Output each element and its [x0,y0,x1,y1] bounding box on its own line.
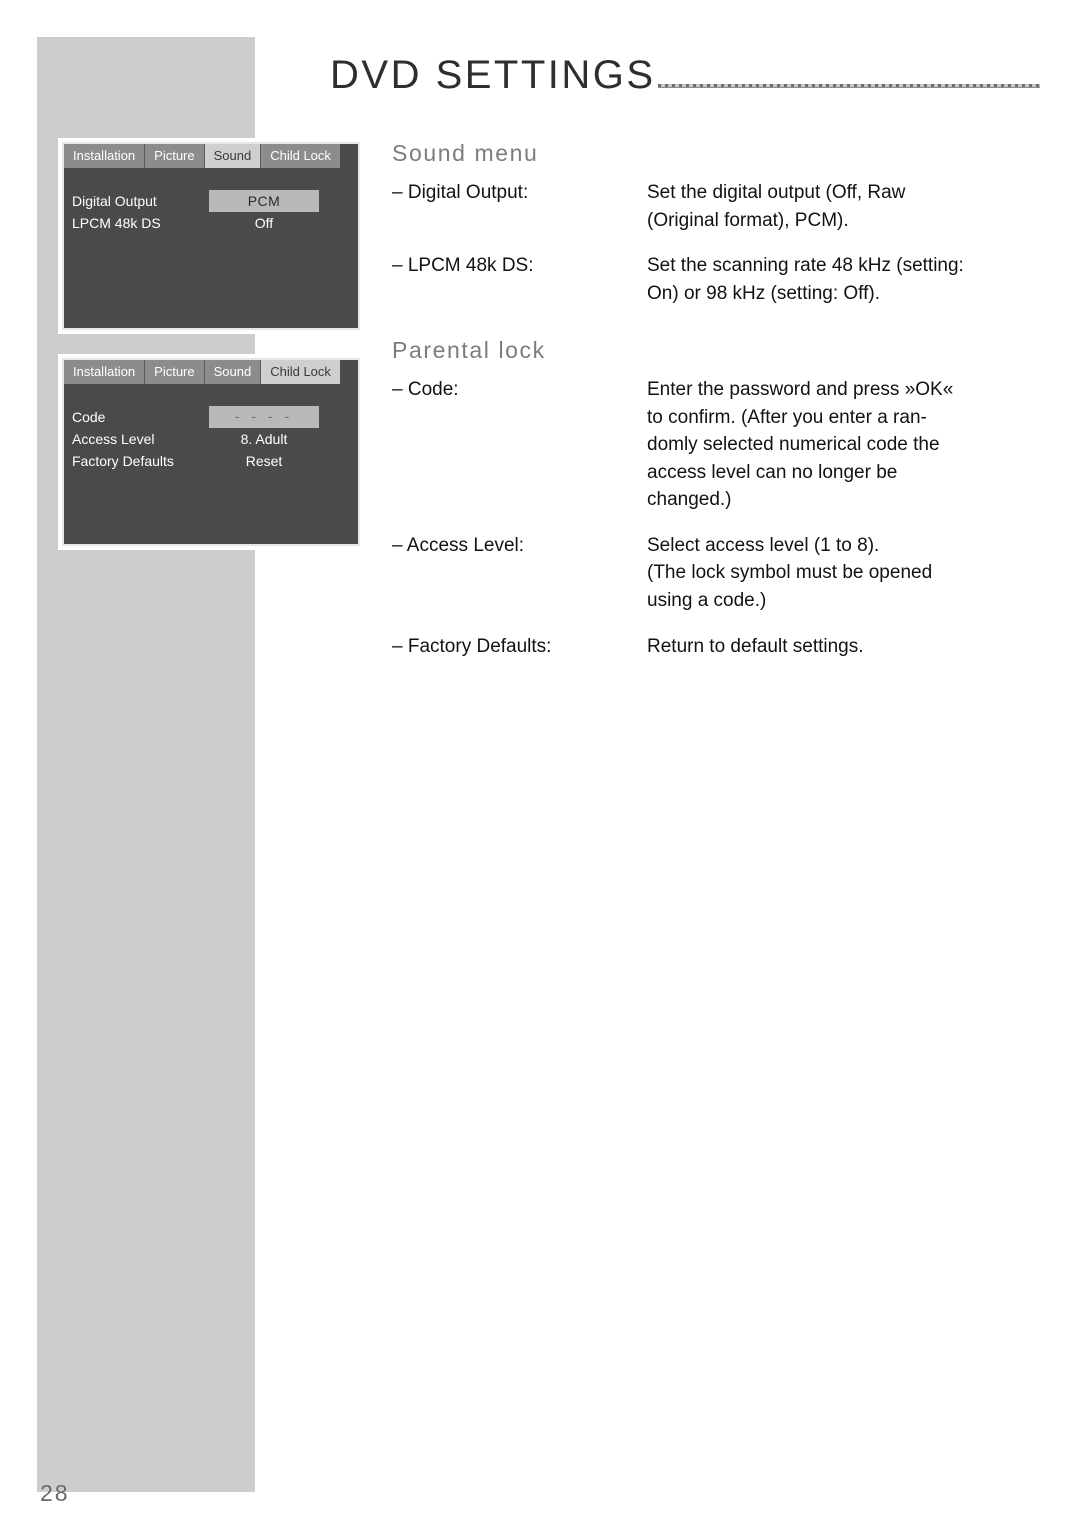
description-line: changed.) [647,489,732,511]
description-line: Select access level (1 to 8). [647,534,880,556]
content-column: Sound menu – Digital Output: Set the dig… [392,140,1042,678]
osd-row-label: Access Level [72,431,155,447]
entry-digital-output: – Digital Output: Set the digital output… [392,179,1042,234]
osd-row-label: LPCM 48k DS [72,215,161,231]
entry-description: Enter the password and press »OK« to con… [647,376,1042,514]
osd-tab-sound[interactable]: Sound [204,144,262,168]
description-line: to confirm. (After you enter a ran- [647,406,927,428]
osd-tab-child-lock[interactable]: Child Lock [261,360,340,384]
header-rule-divider [657,84,1040,88]
description-line: access level can no longer be [647,461,898,483]
description-line: Set the digital output (Off, Raw [647,182,906,203]
description-line: domly selected numerical code the [647,434,940,456]
osd-row-factory-defaults[interactable]: Factory Defaults Reset [64,450,358,472]
osd-body: Code - - - - Access Level 8. Adult Facto… [64,384,358,544]
osd-row-label: Code [72,409,106,425]
osd-tab-bar: Installation Picture Sound Child Lock [64,144,358,168]
entry-description: Return to default settings. [647,633,1042,661]
osd-row-value[interactable]: Reset [209,453,319,469]
entry-lpcm-48k-ds: – LPCM 48k DS: Set the scanning rate 48 … [392,252,1042,307]
osd-screenshot-sound-menu: Installation Picture Sound Child Lock Di… [62,142,360,330]
page-number: 28 [40,1480,70,1506]
osd-row-value[interactable]: PCM [209,190,319,212]
entry-description: Select access level (1 to 8). (The lock … [647,532,1042,615]
description-line: On) or 98 kHz (setting: Off). [647,282,881,304]
entry-factory-defaults: – Factory Defaults: Return to default se… [392,633,1042,661]
entry-term: – Access Level: [392,534,525,556]
entry-term: – Factory Defaults: [392,635,552,657]
description-line: using a code.) [647,590,767,612]
osd-row-label: Factory Defaults [72,453,174,469]
osd-tab-child-lock[interactable]: Child Lock [261,144,340,168]
osd-tab-installation[interactable]: Installation [64,144,146,168]
osd-tab-picture[interactable]: Picture [145,144,205,168]
osd-tab-bar: Installation Picture Sound Child Lock [64,360,358,384]
osd-body: Digital Output PCM LPCM 48k DS Off [64,168,358,328]
entry-description: Set the scanning rate 48 kHz (setting: O… [647,252,1042,307]
osd-row-lpcm-48k-ds[interactable]: LPCM 48k DS Off [64,212,358,234]
entry-code: – Code: Enter the password and press »OK… [392,376,1042,514]
osd-row-value[interactable]: 8. Adult [209,431,319,447]
osd-screenshot-child-lock-menu: Installation Picture Sound Child Lock Co… [62,358,360,546]
osd-tab-installation[interactable]: Installation [64,360,146,384]
section-title-parental-lock: Parental lock [392,337,546,364]
page-header: DVD SETTINGS [330,55,1040,95]
osd-tab-sound[interactable]: Sound [204,360,262,384]
section-title-sound-menu: Sound menu [392,140,539,166]
entry-access-level: – Access Level: Select access level (1 t… [392,532,1042,615]
osd-row-code[interactable]: Code - - - - [64,406,358,428]
page-title: DVD SETTINGS [330,53,656,97]
description-line: Set the scanning rate 48 kHz (setting: [647,255,964,277]
entry-term: – LPCM 48k DS: [392,255,534,277]
osd-tab-picture[interactable]: Picture [145,360,205,384]
description-line: Return to default settings. [647,635,864,657]
osd-row-digital-output[interactable]: Digital Output PCM [64,190,358,212]
osd-row-value[interactable]: Off [209,215,319,231]
description-line: (Original format), PCM). [647,209,849,231]
entry-description: Set the digital output (Off, Raw (Origin… [647,179,1042,234]
entry-term: – Digital Output: [392,182,529,203]
description-line: Enter the password and press »OK« [647,379,954,401]
osd-row-label: Digital Output [72,193,157,209]
entry-term: – Code: [392,379,459,401]
osd-row-value[interactable]: - - - - [209,406,319,428]
description-line: (The lock symbol must be opened [647,562,933,584]
osd-row-access-level[interactable]: Access Level 8. Adult [64,428,358,450]
